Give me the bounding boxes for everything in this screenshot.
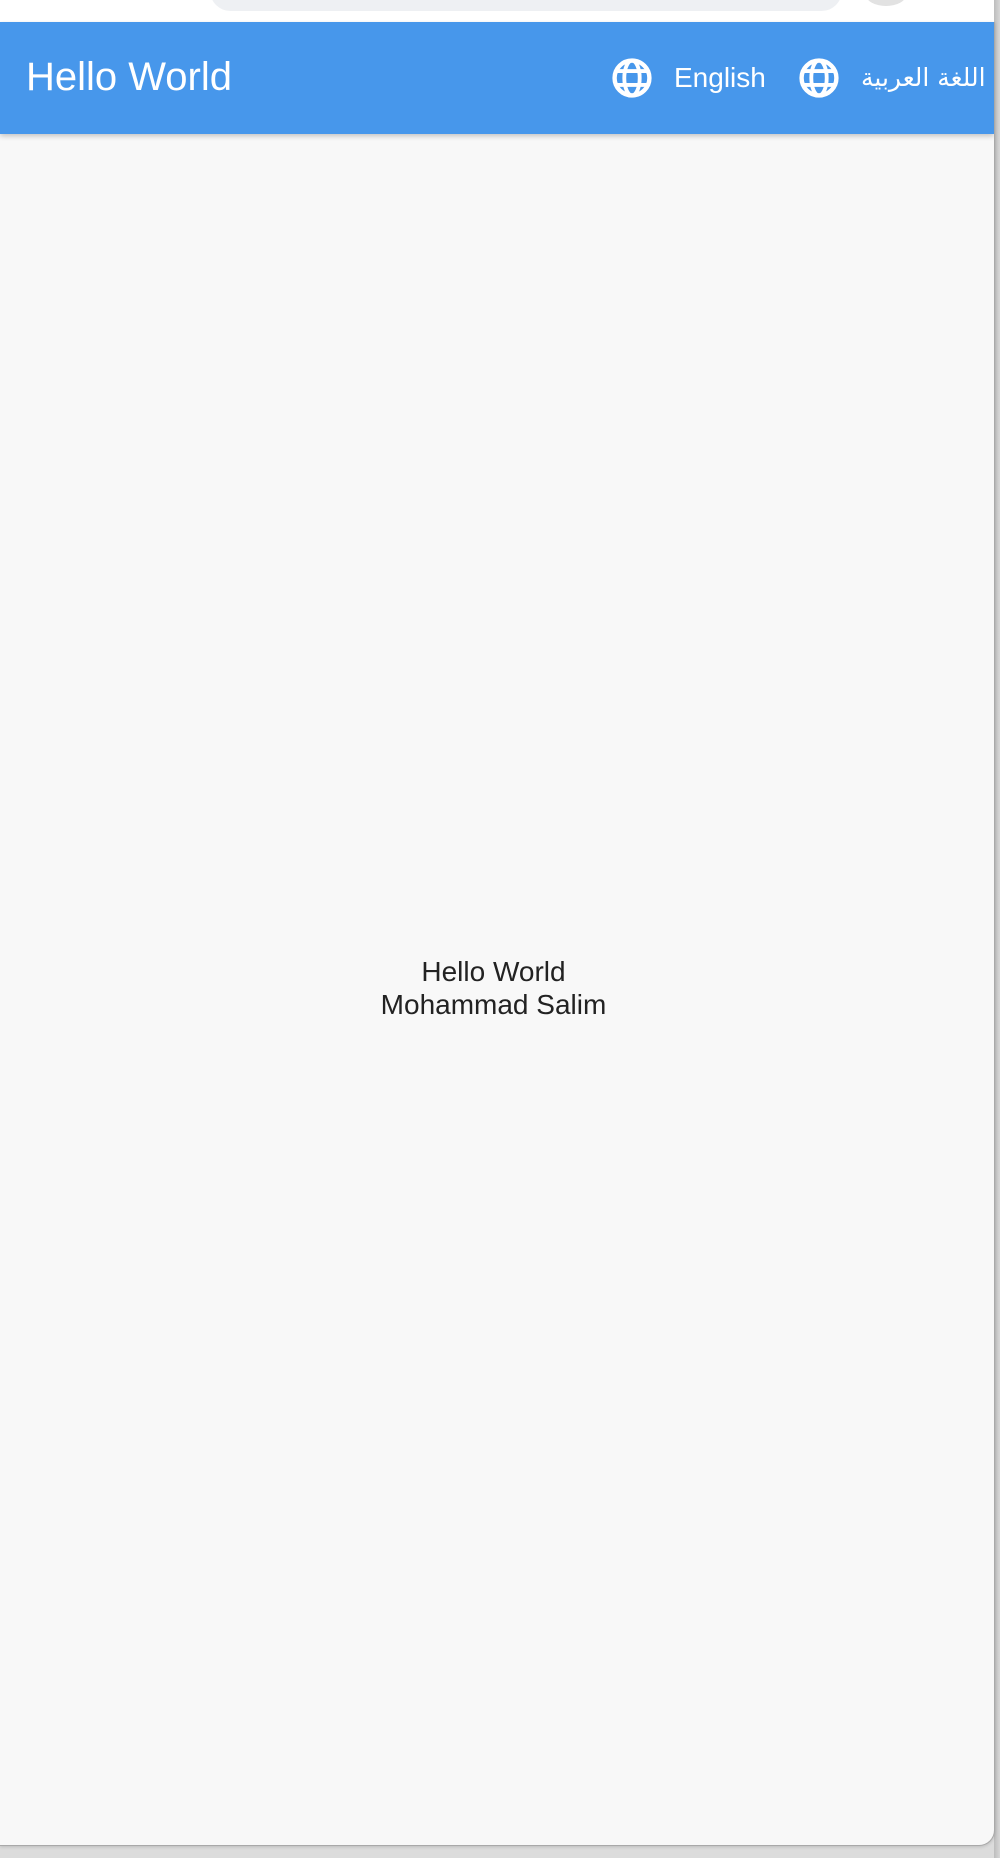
english-language-button[interactable]: English — [610, 54, 766, 102]
app-window: Hello World English اللغة العربية Hello … — [0, 22, 995, 1846]
arabic-language-button[interactable]: اللغة العربية — [797, 54, 986, 102]
app-title: Hello World — [26, 55, 232, 99]
address-bar[interactable] — [210, 0, 842, 11]
app-bar: Hello World English اللغة العربية — [0, 22, 994, 134]
main-content: Hello World Mohammad Salim — [0, 955, 987, 1021]
author-name-text: Mohammad Salim — [380, 989, 607, 1020]
profile-avatar[interactable] — [866, 0, 906, 6]
english-language-label: English — [674, 62, 766, 93]
browser-toolbar — [0, 0, 1000, 23]
hello-world-text: Hello World — [421, 956, 566, 987]
globe-icon — [797, 56, 841, 100]
globe-icon — [610, 56, 654, 100]
arabic-language-label: اللغة العربية — [861, 63, 986, 92]
